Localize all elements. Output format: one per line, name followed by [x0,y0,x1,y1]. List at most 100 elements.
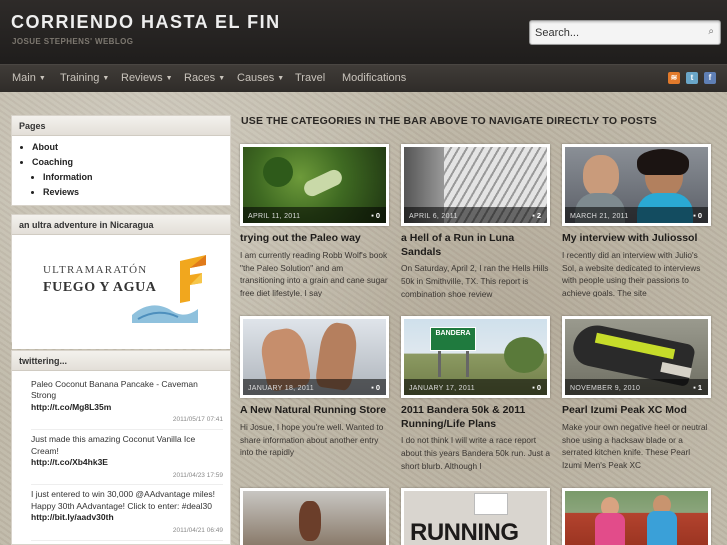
comment-icon: ▪ [693,383,696,392]
post-title[interactable]: A New Natural Running Store [240,404,390,418]
comment-count[interactable]: ▪ 1 [693,383,702,392]
comment-count[interactable]: ▪ 0 [371,211,380,220]
nav-item-reviews[interactable]: Reviews ▼ [121,72,173,84]
nav-item-training[interactable]: Training ▼ [60,72,109,84]
post-card: MARCH 21, 2011 ▪ 0 My interview with Jul… [562,144,712,297]
nav-item-travel[interactable]: Travel [295,72,325,84]
post-thumbnail[interactable]: APRIL 6, 2011 ▪ 2 [401,144,550,226]
post-date: JANUARY 18, 2011 [248,385,314,392]
site-header: CORRIENDO HASTA EL FIN JOSUE STEPHENS' W… [0,0,727,64]
site-subtitle: JOSUE STEPHENS' WEBLOG [12,37,134,46]
post-card: RUNNING [401,488,551,545]
chevron-down-icon: ▼ [165,75,173,82]
post-card [562,488,712,545]
rss-icon[interactable]: ≋ [668,72,680,84]
post-title[interactable]: Pearl Izumi Peak XC Mod [562,404,712,418]
nav-item-modifications[interactable]: Modifications [342,72,406,84]
tweet-text: Just made this amazing Coconut Vanilla I… [31,434,196,456]
search-input[interactable] [530,21,695,44]
twitter-icon[interactable]: t [686,72,698,84]
twitter-widget: twittering... Paleo Coconut Banana Panca… [11,350,231,545]
ad-line-2: FUEGO Y AGUA [43,280,157,295]
post-thumbnail[interactable]: MARCH 21, 2011 ▪ 0 [562,144,711,226]
page-link-reviews[interactable]: Reviews [43,187,230,197]
ad-line-1: ULTRAMARATÓN [43,264,148,276]
post-thumbnail[interactable]: RUNNING [401,488,550,545]
post-excerpt: I recently did an interview with Julio's… [562,249,701,297]
tweet: Just made this amazing Coconut Vanilla I… [12,430,230,486]
comment-icon: ▪ [371,211,374,220]
search-box[interactable]: ⌕ [529,20,721,45]
comment-icon: ▪ [532,383,535,392]
post-excerpt: I do not think I will write a race repor… [401,435,550,471]
post-thumbnail[interactable]: JANUARY 18, 2011 ▪ 0 [240,316,389,398]
facebook-icon[interactable]: f [704,72,716,84]
tweet-date: 2011/04/23 17:59 [31,469,223,486]
post-title[interactable]: trying out the Paleo way [240,232,390,246]
tweet-link[interactable]: http://bit.ly/aadv30th [31,512,223,523]
post-title[interactable]: 2011 Bandera 50k & 2011 Running/Life Pla… [401,404,551,431]
tweet-link[interactable]: http://t.co/Xb4hk3E [31,457,223,468]
tweet-date: 2011/04/21 06:49 [31,524,223,541]
tweet-text: I just entered to win 30,000 @AAdvantage… [31,489,215,511]
comment-count[interactable]: ▪ 2 [532,211,541,220]
tweet: I just entered to win 30,000 @AAdvantage… [12,485,230,541]
chevron-down-icon: ▼ [218,75,226,82]
nav-item-main[interactable]: Main ▼ [12,72,46,84]
post-excerpt: Make your own negative heel or neutral s… [562,421,708,469]
page-link-information[interactable]: Information [43,172,230,182]
page-heading: USE THE CATEGORIES IN THE BAR ABOVE TO N… [241,115,657,127]
post-thumbnail[interactable]: BANDERA JANUARY 17, 2011 ▪ 0 [401,316,550,398]
post-date: APRIL 6, 2011 [409,213,458,220]
tweet-date: 2011/05/17 07:41 [31,413,223,431]
post-date: APRIL 11, 2011 [248,213,301,220]
fuego-logo-icon [180,255,206,303]
comment-count[interactable]: ▪ 0 [693,211,702,220]
post-title[interactable]: a Hell of a Run in Luna Sandals [401,232,551,259]
magazine-title: RUNNING [410,519,519,545]
widget-title: Pages [12,116,230,136]
road-sign: BANDERA [435,330,471,337]
post-card: APRIL 6, 2011 ▪ 2 a Hell of a Run in Lun… [401,144,551,310]
widget-title: twittering... [12,351,230,371]
post-excerpt: Hi Josue, I hope you're well. Wanted to … [240,421,384,458]
nav-item-causes[interactable]: Causes ▼ [237,72,284,84]
comment-icon: ▪ [371,383,374,392]
page-link-about[interactable]: About [32,142,230,152]
post-date: MARCH 21, 2011 [570,213,629,220]
post-title[interactable]: My interview with Juliossol [562,232,712,246]
tweet-link[interactable]: http://t.co/Mg8L35m [31,402,223,413]
post-excerpt: I am currently reading Robb Wolf's book … [240,249,388,297]
search-icon[interactable]: ⌕ [708,26,714,37]
post-thumbnail[interactable]: APRIL 11, 2011 ▪ 0 [240,144,389,226]
chevron-down-icon: ▼ [38,75,46,82]
post-thumbnail[interactable] [562,488,711,545]
fuego-agua-banner[interactable]: ULTRAMARATÓN FUEGO Y AGUA [12,235,230,349]
post-card: NOVEMBER 9, 2010 ▪ 1 Pearl Izumi Peak XC… [562,316,712,469]
chevron-down-icon: ▼ [277,75,285,82]
comment-count[interactable]: ▪ 0 [371,383,380,392]
post-card: APRIL 11, 2011 ▪ 0 trying out the Paleo … [240,144,390,297]
comment-icon: ▪ [693,211,696,220]
ad-widget: an ultra adventure in Nicaragua ULTRAMAR… [11,214,231,349]
page-link-coaching[interactable]: Coaching Information Reviews [32,157,230,197]
comment-count[interactable]: ▪ 0 [532,383,541,392]
pages-list: About Coaching Information Reviews [12,136,230,197]
water-wave-icon [132,305,198,323]
post-date: NOVEMBER 9, 2010 [570,385,641,392]
post-card: BANDERA JANUARY 17, 2011 ▪ 0 2011 Bander… [401,316,551,482]
post-excerpt: On Saturday, April 2, I ran the Hells Hi… [401,263,549,299]
post-card: JANUARY 18, 2011 ▪ 0 A New Natural Runni… [240,316,390,469]
post-date: JANUARY 17, 2011 [409,385,475,392]
comment-icon: ▪ [532,211,535,220]
main-nav: Main ▼ Training ▼ Reviews ▼ Races ▼ Causes ▼ … [0,64,727,92]
tweet: Paleo Coconut Banana Pancake - Caveman S… [12,371,230,431]
widget-title: an ultra adventure in Nicaragua [12,215,230,235]
tweet-text: Paleo Coconut Banana Pancake - Caveman S… [31,379,198,401]
nav-item-races[interactable]: Races ▼ [184,72,225,84]
post-thumbnail[interactable] [240,488,389,545]
post-card [240,488,390,545]
pages-widget: Pages About Coaching Information Reviews [11,115,231,206]
post-thumbnail[interactable]: NOVEMBER 9, 2010 ▪ 1 [562,316,711,398]
site-title[interactable]: CORRIENDO HASTA EL FIN [11,12,281,33]
